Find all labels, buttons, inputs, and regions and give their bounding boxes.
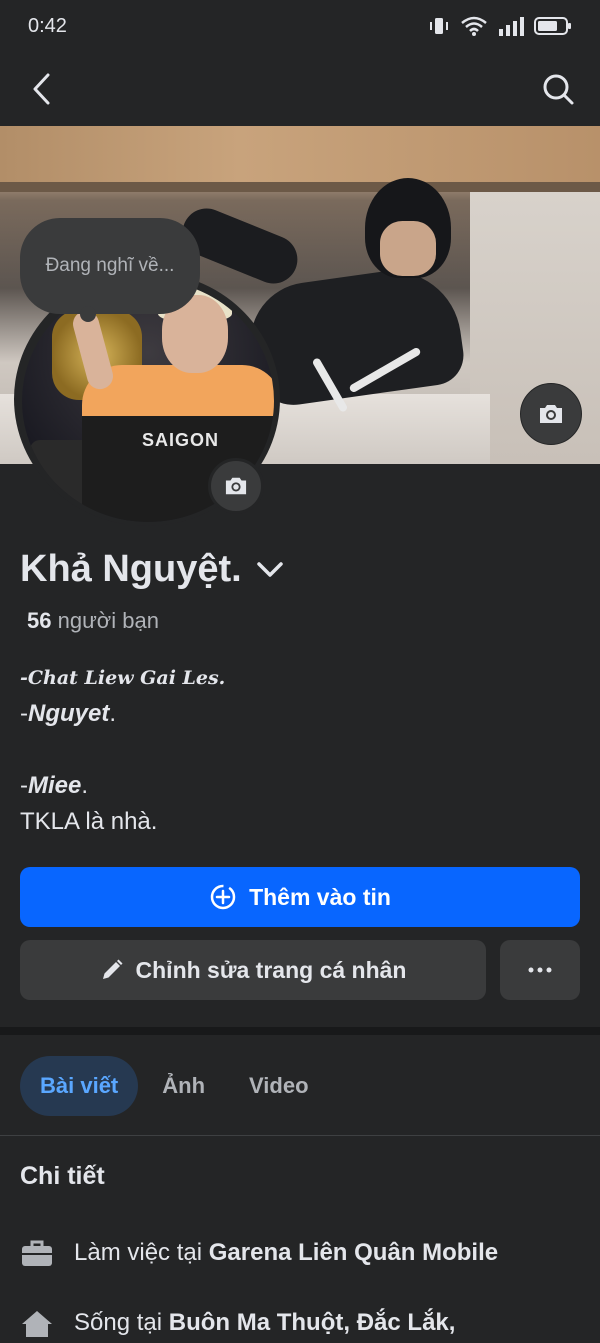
avatar-camera-button[interactable]: [208, 458, 264, 514]
profile-tabs: Bài viết Ảnh Video: [20, 1056, 329, 1116]
thought-placeholder: Đang nghĩ về...: [45, 255, 175, 276]
add-story-icon: [210, 884, 236, 910]
search-icon: [543, 74, 574, 105]
edit-profile-label: Chỉnh sửa trang cá nhân: [135, 956, 407, 983]
battery-icon: [534, 17, 571, 35]
more-icon: [528, 967, 552, 973]
bio-line-4: TKLA là nhà.: [20, 808, 158, 835]
home-icon: [22, 1311, 52, 1337]
edit-profile-button[interactable]: Chỉnh sửa trang cá nhân: [20, 940, 486, 1000]
pencil-icon: [102, 959, 123, 979]
add-to-story-button[interactable]: Thêm vào tin: [20, 867, 580, 927]
status-bar: 0:42: [0, 0, 600, 52]
profile-name-row[interactable]: Khả Nguyệt.: [20, 548, 284, 591]
tab-divider: [0, 1135, 600, 1136]
top-nav: [0, 52, 600, 126]
camera-icon: [225, 477, 247, 495]
tab-videos[interactable]: Video: [229, 1056, 329, 1116]
add-to-story-label: Thêm vào tin: [249, 883, 391, 910]
work-prefix: Làm việc tại: [74, 1239, 203, 1266]
more-options-button[interactable]: [500, 940, 580, 1000]
back-button[interactable]: [22, 69, 62, 109]
chevron-down-icon[interactable]: [256, 560, 284, 580]
tab-photos[interactable]: Ảnh: [142, 1056, 225, 1116]
briefcase-icon: [22, 1240, 52, 1266]
details-title: Chi tiết: [20, 1162, 105, 1190]
avatar-shirt-text: SAIGON: [142, 430, 220, 450]
bio-line-3: -Miee.: [20, 772, 89, 799]
thought-bubble[interactable]: Đang nghĩ về...: [20, 218, 200, 314]
status-time: 0:42: [28, 14, 67, 37]
signal-icon: [499, 17, 524, 36]
tab-posts[interactable]: Bài viết: [20, 1056, 139, 1116]
profile-bio: -Chat Liew Gai Les. -Nguyet. -Miee. TKLA…: [20, 660, 225, 840]
friends-count[interactable]: 56 người bạn: [27, 608, 159, 634]
profile-name: Khả Nguyệt.: [20, 548, 242, 590]
thought-bubble-tail: [80, 306, 96, 322]
live-prefix: Sống tại: [74, 1309, 163, 1336]
friends-number: 56: [27, 608, 52, 633]
status-icons: [428, 15, 572, 37]
bio-line-1: -Chat Liew Gai Les.: [20, 667, 226, 689]
detail-work[interactable]: Làm việc tại Garena Liên Quân Mobile: [20, 1238, 498, 1268]
live-place: Buôn Ma Thuột, Đắc Lắk,: [168, 1309, 456, 1336]
search-button[interactable]: [538, 69, 578, 109]
vibrate-icon: [430, 18, 448, 34]
friends-label: người bạn: [57, 608, 159, 633]
work-place: Garena Liên Quân Mobile: [208, 1239, 499, 1266]
section-divider: [0, 1027, 600, 1035]
back-icon: [33, 73, 50, 105]
wifi-icon: [461, 16, 487, 36]
bio-line-2: -Nguyet.: [20, 700, 117, 727]
camera-icon: [540, 405, 562, 423]
cover-camera-button[interactable]: [520, 383, 582, 445]
detail-lives-in[interactable]: Sống tại Buôn Ma Thuột, Đắc Lắk,: [20, 1308, 455, 1338]
